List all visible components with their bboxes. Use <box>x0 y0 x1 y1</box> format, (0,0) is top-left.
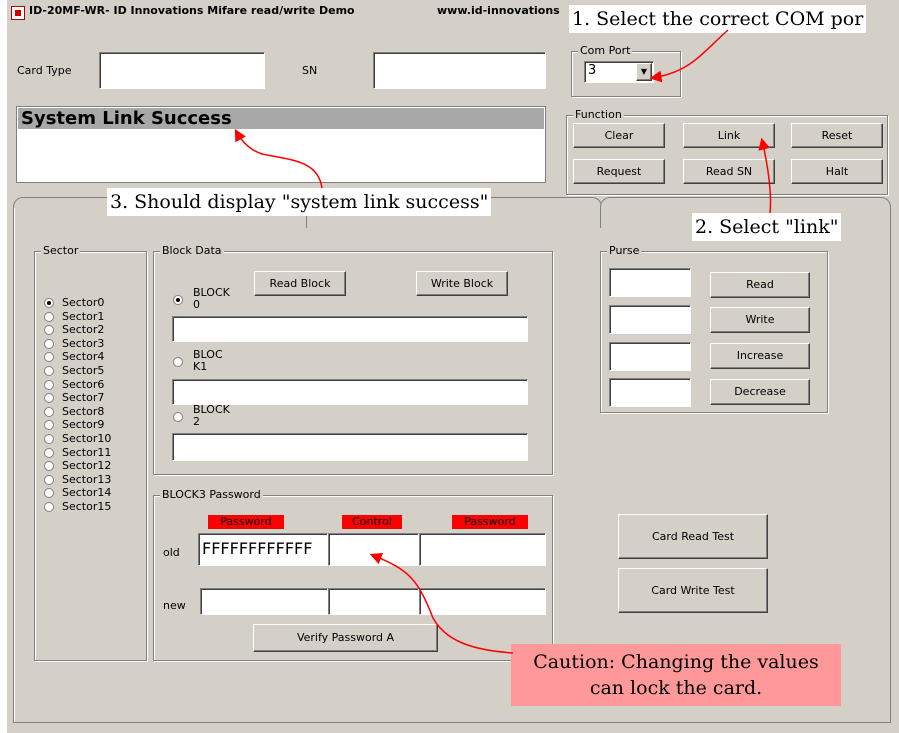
arrow-to-password <box>369 552 514 654</box>
annotation-arrows <box>234 29 772 654</box>
arrow-to-com-port <box>649 29 729 83</box>
arrow-to-status <box>234 128 323 189</box>
arrow-to-link <box>758 137 772 214</box>
